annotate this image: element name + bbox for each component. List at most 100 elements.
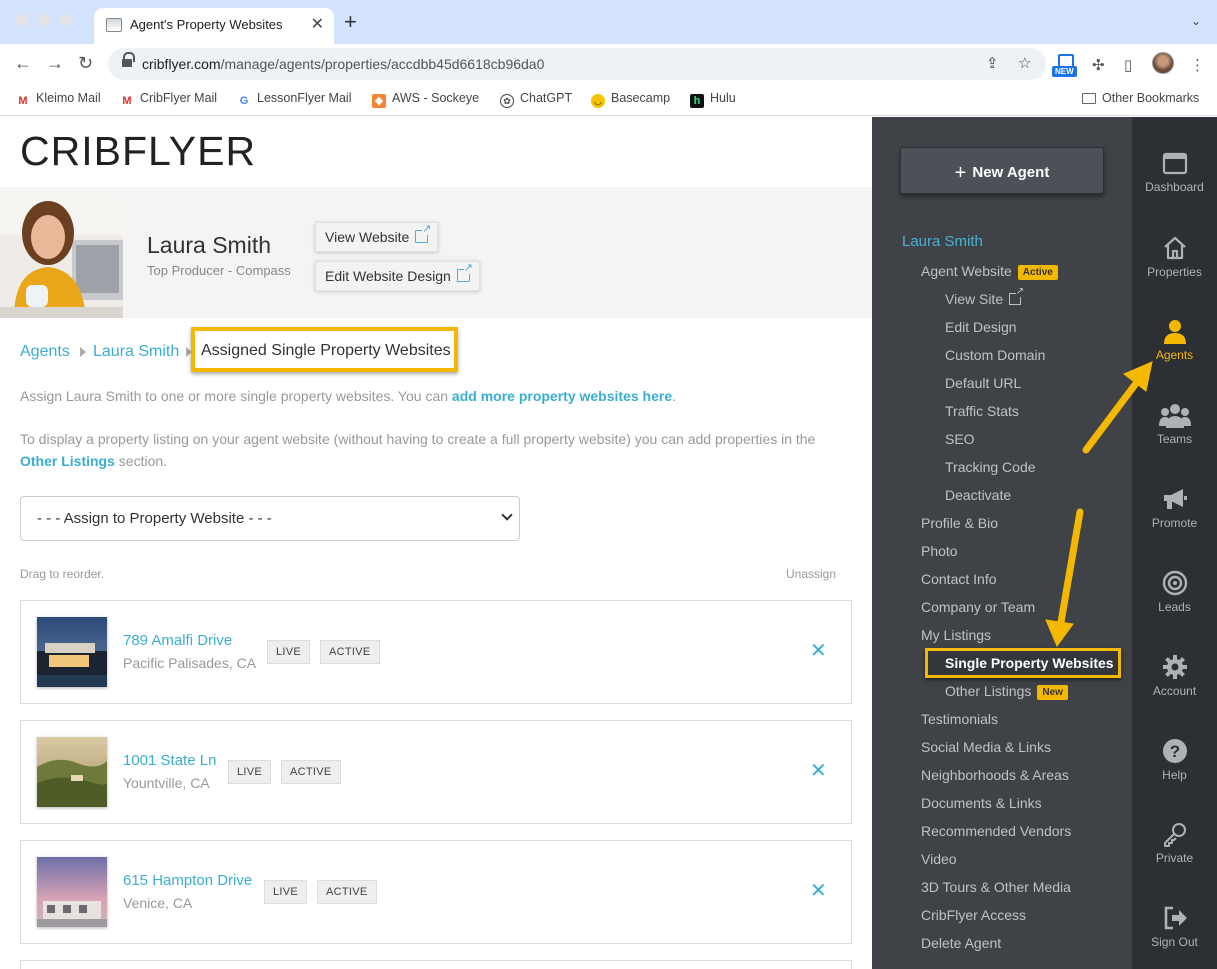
basecamp-icon: ◡ [591, 94, 605, 108]
browser-tab-strip: Agent's Property Websites ✕ + ⌄ [0, 0, 1217, 44]
bookmark-aws-sockeye[interactable]: ◆ AWS - Sockeye [372, 91, 479, 108]
external-link-icon [1009, 287, 1025, 305]
sidebar-item-profile-bio[interactable]: Profile & Bio [921, 515, 998, 531]
view-website-label: View Website [325, 229, 410, 245]
sidebar-item-traffic-stats[interactable]: Traffic Stats [945, 403, 1019, 419]
assign-property-select[interactable]: - - - Assign to Property Website - - - [20, 496, 520, 541]
sidebar-item-view-site[interactable]: View Site [945, 287, 1025, 307]
property-card[interactable]: 1001 State Ln Yountville, CA LIVE ACTIVE… [20, 720, 852, 824]
breadcrumb-agent-link[interactable]: Laura Smith [93, 343, 179, 361]
bookmark-basecamp[interactable]: ◡ Basecamp [591, 91, 670, 108]
side-panel-icon[interactable]: ▯ [1124, 56, 1132, 74]
iconbar-account[interactable]: Account [1132, 654, 1217, 698]
property-city: Yountville, CA [123, 775, 210, 791]
property-card[interactable]: 789 Amalfi Drive Pacific Palisades, CA L… [20, 600, 852, 704]
edit-website-design-button[interactable]: Edit Website Design [315, 261, 480, 291]
extensions-puzzle-icon[interactable]: ✣ [1092, 56, 1105, 74]
iconbar-promote[interactable]: Promote [1132, 486, 1217, 530]
person-icon [1163, 320, 1186, 344]
breadcrumb-agents-link[interactable]: Agents [20, 343, 70, 361]
back-arrow-icon[interactable]: ← [14, 53, 32, 74]
bookmark-kleimo-mail[interactable]: M Kleimo Mail [16, 91, 100, 108]
sidebar-item-company-team[interactable]: Company or Team [921, 599, 1035, 615]
bookmark-hulu[interactable]: h Hulu [690, 91, 736, 108]
sidebar-item-default-url[interactable]: Default URL [945, 375, 1021, 391]
iconbar-agents[interactable]: Agents [1132, 318, 1217, 362]
svg-text:?: ? [1169, 742, 1179, 761]
iconbar-properties[interactable]: Properties [1132, 235, 1217, 279]
property-card[interactable]: 615 Hampton Drive Venice, CA LIVE ACTIVE… [20, 840, 852, 944]
unassign-x-icon[interactable]: ✕ [810, 759, 827, 783]
property-title-link[interactable]: 789 Amalfi Drive [123, 632, 232, 649]
bookmark-cribflyer-mail[interactable]: M CribFlyer Mail [120, 91, 217, 108]
live-badge: LIVE [264, 880, 308, 904]
iconbar-sign-out[interactable]: Sign Out [1132, 905, 1217, 949]
sidebar-item-cribflyer-access[interactable]: CribFlyer Access [921, 907, 1026, 923]
unassign-x-icon[interactable]: ✕ [810, 879, 827, 903]
property-thumbnail [37, 857, 107, 927]
sidebar-agent-name[interactable]: Laura Smith [902, 233, 983, 250]
sidebar-item-custom-domain[interactable]: Custom Domain [945, 347, 1045, 363]
sidebar-item-neighborhoods[interactable]: Neighborhoods & Areas [921, 767, 1069, 783]
url-text: cribflyer.com/manage/agents/properties/a… [142, 56, 545, 72]
bookmark-star-icon[interactable]: ☆ [1018, 54, 1031, 72]
iconbar-leads[interactable]: Leads [1132, 570, 1217, 614]
sidebar-item-deactivate[interactable]: Deactivate [945, 487, 1011, 503]
tab-favicon-icon [106, 18, 122, 32]
bookmark-lessonflyer-mail[interactable]: G LessonFlyer Mail [237, 91, 352, 108]
new-agent-button[interactable]: + New Agent [900, 147, 1104, 194]
sidebar-item-my-listings[interactable]: My Listings [921, 627, 991, 643]
agent-header [0, 187, 872, 318]
sidebar-item-documents[interactable]: Documents & Links [921, 795, 1042, 811]
sidebar-item-seo[interactable]: SEO [945, 431, 975, 447]
other-listings-link[interactable]: Other Listings [20, 453, 115, 469]
window-minimize-button[interactable] [38, 14, 50, 26]
share-icon[interactable]: ⇪ [986, 54, 999, 72]
iconbar-teams[interactable]: Teams [1132, 402, 1217, 446]
iconbar-help[interactable]: ? Help [1132, 738, 1217, 782]
property-city: Pacific Palisades, CA [123, 655, 257, 671]
active-badge: ACTIVE [320, 640, 380, 664]
sidebar-item-other-listings[interactable]: Other Listings New [945, 683, 1068, 700]
iconbar-private[interactable]: Private [1132, 821, 1217, 865]
extension-new-badge: NEW [1052, 66, 1077, 77]
profile-avatar[interactable] [1152, 52, 1174, 74]
browser-tab[interactable]: Agent's Property Websites ✕ [94, 8, 334, 44]
sidebar-item-edit-design[interactable]: Edit Design [945, 319, 1017, 335]
sidebar-item-testimonials[interactable]: Testimonials [921, 711, 998, 727]
house-icon [1163, 236, 1186, 260]
tab-close-icon[interactable]: ✕ [311, 14, 324, 34]
iconbar-dashboard[interactable]: Dashboard [1132, 152, 1217, 194]
address-bar[interactable]: cribflyer.com/manage/agents/properties/a… [108, 48, 1046, 80]
tab-search-chevron-icon[interactable]: ⌄ [1191, 14, 1201, 28]
sidebar-item-video[interactable]: Video [921, 851, 957, 867]
view-website-button[interactable]: View Website [315, 222, 439, 252]
google-icon: G [239, 95, 249, 107]
intro-paragraph-2: To display a property listing on your ag… [20, 431, 816, 469]
unassign-x-icon[interactable]: ✕ [810, 639, 827, 663]
sidebar-item-vendors[interactable]: Recommended Vendors [921, 823, 1071, 839]
sidebar-item-single-property-websites[interactable]: Single Property Websites [925, 648, 1121, 678]
sidebar-item-photo[interactable]: Photo [921, 543, 958, 559]
sidebar-item-social-media[interactable]: Social Media & Links [921, 739, 1051, 755]
bookmark-chatgpt[interactable]: ✿ ChatGPT [500, 91, 572, 108]
window-close-button[interactable] [16, 14, 28, 26]
sidebar-item-3d-tours[interactable]: 3D Tours & Other Media [921, 879, 1071, 895]
site-logo[interactable]: CRIBFLYER [20, 128, 256, 175]
property-title-link[interactable]: 1001 State Ln [123, 752, 216, 769]
property-title-link[interactable]: 615 Hampton Drive [123, 872, 252, 889]
sidebar-item-agent-website[interactable]: Agent Website Active [921, 263, 1058, 280]
browser-menu-icon[interactable]: ⋮ [1190, 56, 1205, 74]
forward-arrow-icon[interactable]: → [46, 53, 64, 74]
sidebar-item-contact-info[interactable]: Contact Info [921, 571, 997, 587]
reload-icon[interactable]: ↻ [78, 53, 93, 74]
active-badge: ACTIVE [281, 760, 341, 784]
window-zoom-button[interactable] [60, 14, 72, 26]
sidebar-item-delete-agent[interactable]: Delete Agent [921, 935, 1001, 951]
bookmark-other-folder[interactable]: Other Bookmarks [1082, 91, 1199, 105]
sidebar-item-tracking-code[interactable]: Tracking Code [945, 459, 1036, 475]
live-badge: LIVE [228, 760, 272, 784]
new-tab-button[interactable]: + [344, 11, 357, 33]
add-property-websites-link[interactable]: add more property websites here [452, 388, 672, 404]
key-icon [1163, 823, 1186, 847]
